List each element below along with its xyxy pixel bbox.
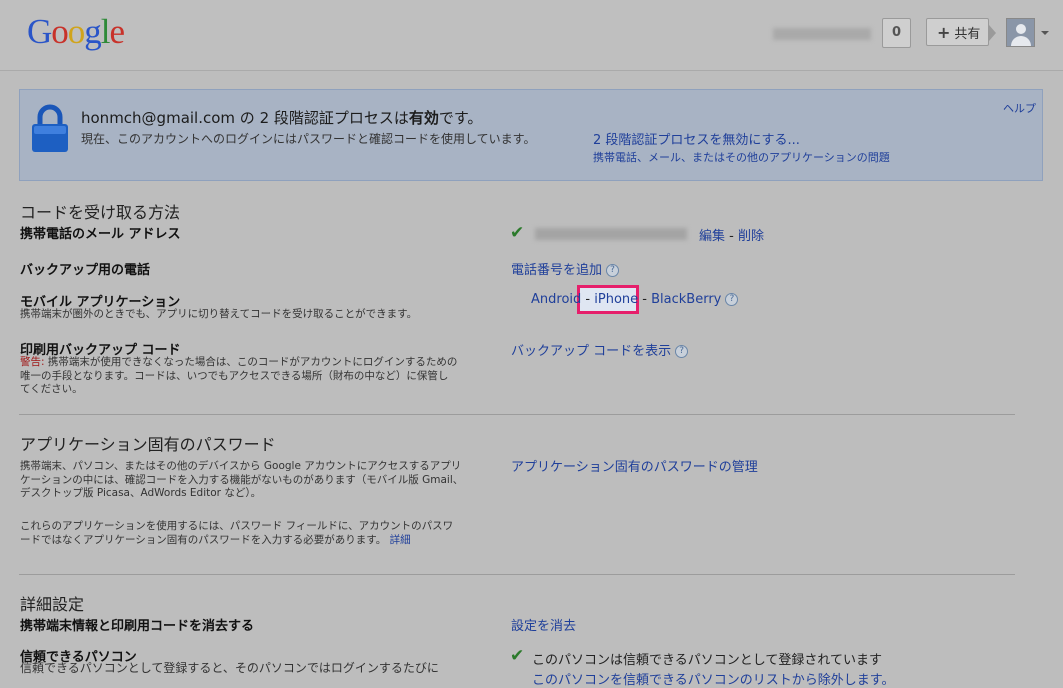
mobile-email-blurred: [535, 228, 687, 240]
mobile-email-label: 携帯電話のメール アドレス: [20, 227, 181, 242]
notification-count: 0: [891, 25, 902, 40]
separator: -: [729, 229, 734, 244]
divider: [19, 574, 1015, 575]
show-backup-codes-link[interactable]: バックアップ コードを表示: [511, 344, 671, 359]
show-codes-row: バックアップ コードを表示?: [511, 340, 689, 359]
help-link[interactable]: ヘルプ: [1003, 100, 1036, 116]
printed-codes-description: 警告: 携帯端末が使用できなくなった場合は、このコードがアカウントにログインする…: [20, 356, 458, 395]
notification-count-button[interactable]: 0: [882, 18, 911, 48]
trusted-remove-row: このパソコンを信頼できるパソコンのリストから除外します。: [532, 669, 894, 688]
remove-trusted-computer-link[interactable]: このパソコンを信頼できるパソコンのリストから除外します。: [532, 673, 894, 688]
disable-two-step-link[interactable]: 2 段階認証プロセスを無効にする...: [593, 129, 800, 148]
lock-icon: [32, 104, 68, 152]
edit-link[interactable]: 編集: [699, 229, 725, 244]
blackberry-app-link[interactable]: BlackBerry: [651, 292, 721, 307]
delete-link[interactable]: 削除: [738, 229, 764, 244]
clear-settings-row: 設定を消去: [511, 615, 576, 634]
plus-icon: +: [937, 23, 951, 42]
iphone-app-link[interactable]: iPhone: [594, 292, 638, 307]
device-problem-link[interactable]: 携帯電話、メール、またはその他のアプリケーションの問題: [593, 149, 890, 165]
edit-delete-links: 編集 - 削除: [699, 225, 764, 244]
app-passwords-description: 携帯端末、パソコン、またはその他のデバイスから Google アカウントにアクセ…: [20, 460, 464, 499]
help-icon[interactable]: ?: [606, 264, 620, 277]
clear-settings-label: 携帯端末情報と印刷用コードを消去する: [20, 619, 255, 634]
add-phone-link[interactable]: 電話番号を追加: [511, 263, 602, 278]
add-phone-row: 電話番号を追加?: [511, 259, 620, 278]
manage-app-passwords-row: アプリケーション固有のパスワードの管理: [511, 456, 758, 475]
backup-phone-label: バックアップ用の電話: [20, 263, 151, 278]
share-arrow-icon: [989, 25, 996, 41]
app-passwords-usage: これらのアプリケーションを使用するには、パスワード フィールドに、アカウントのパ…: [20, 520, 454, 546]
account-name-blurred[interactable]: [773, 28, 871, 40]
check-icon: ✔: [510, 646, 525, 666]
divider: [19, 414, 1015, 415]
help-icon[interactable]: ?: [675, 345, 689, 358]
clear-settings-link[interactable]: 設定を消去: [511, 619, 576, 634]
manage-app-passwords-link[interactable]: アプリケーション固有のパスワードの管理: [511, 460, 758, 475]
mobile-app-links: Android - iPhone - BlackBerry?: [531, 292, 739, 307]
check-icon: ✔: [510, 223, 525, 243]
mobile-app-description: 携帯端末が圏外のときでも、アプリに切り替えてコードを受け取ることができます。: [20, 308, 418, 320]
two-step-status-panel: honmch@gmail.com の 2 段階認証プロセスは有効です。 現在、こ…: [19, 89, 1043, 181]
trusted-status: このパソコンは信頼できるパソコンとして登録されています: [532, 653, 882, 668]
avatar-icon[interactable]: [1006, 18, 1035, 47]
share-button[interactable]: + 共有: [926, 18, 989, 46]
advanced-settings-title: 詳細設定: [20, 595, 85, 614]
caret-down-icon[interactable]: [1041, 31, 1049, 35]
google-logo[interactable]: Google: [27, 12, 125, 52]
share-label: 共有: [954, 27, 981, 42]
trusted-computer-description: 信頼できるパソコンとして登録すると、そのパソコンではログインするたびに: [20, 661, 439, 675]
warning-label: 警告:: [20, 356, 45, 368]
app-passwords-title: アプリケーション固有のパスワード: [20, 435, 276, 454]
help-icon[interactable]: ?: [725, 293, 739, 306]
status-title: honmch@gmail.com の 2 段階認証プロセスは有効です。: [81, 109, 483, 127]
android-app-link[interactable]: Android: [531, 292, 581, 307]
status-subtitle: 現在、このアカウントへのログインにはパスワードと確認コードを使用しています。: [81, 132, 536, 146]
top-bar: Google 0 + 共有: [0, 0, 1063, 71]
details-link[interactable]: 詳細: [390, 534, 411, 546]
receive-codes-title: コードを受け取る方法: [20, 203, 181, 222]
